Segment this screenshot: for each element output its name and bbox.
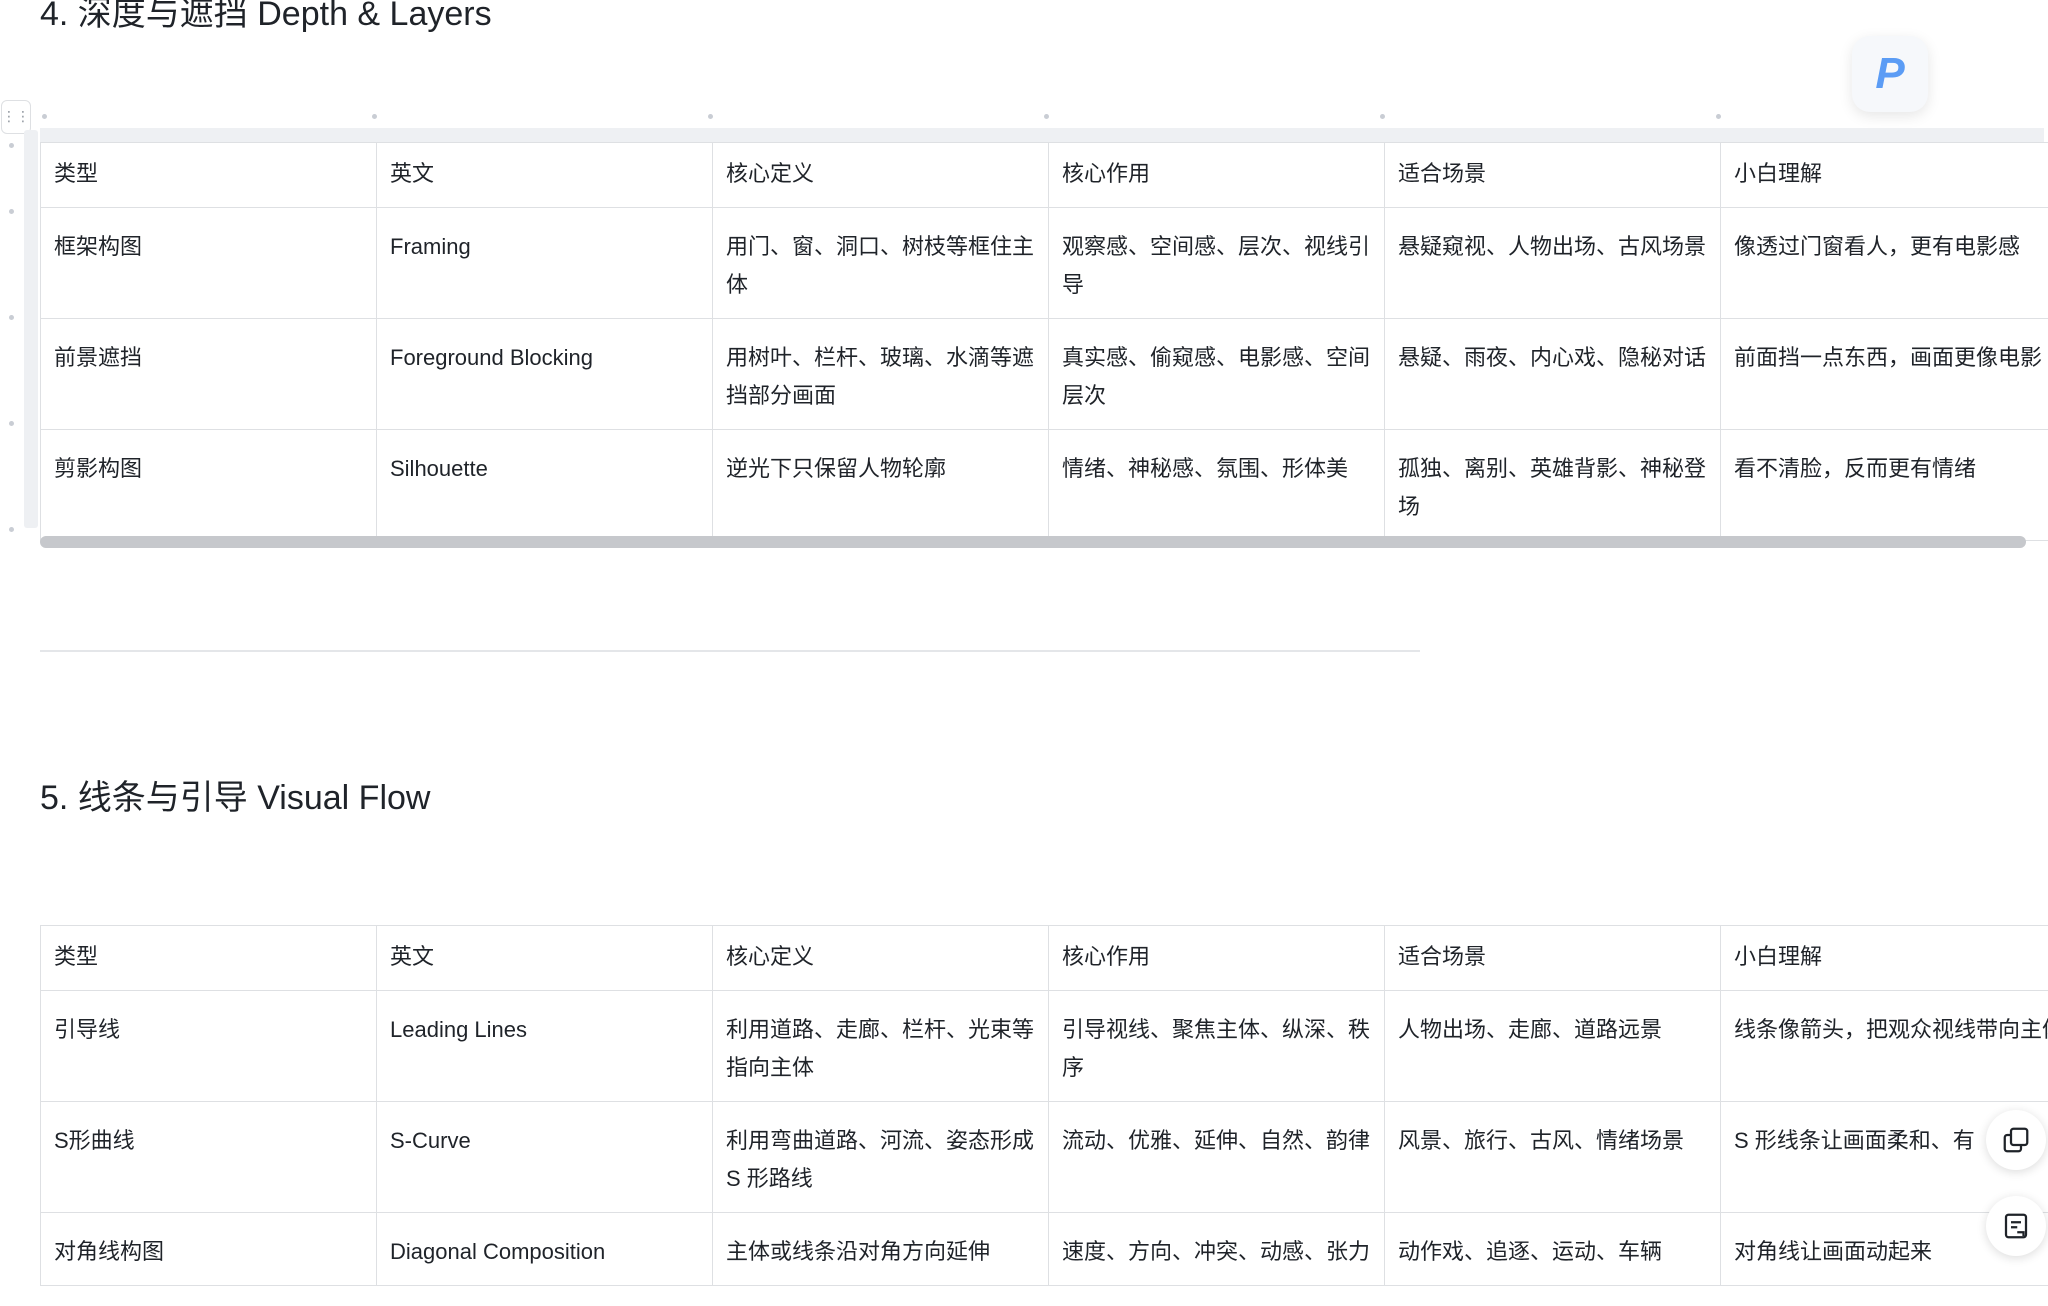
- column-insert-dot[interactable]: [1716, 114, 1721, 119]
- table-cell[interactable]: S-Curve: [376, 1101, 713, 1213]
- row-insert-dot[interactable]: [9, 527, 14, 532]
- column-insert-dot[interactable]: [372, 114, 377, 119]
- header-cell[interactable]: 类型: [40, 142, 377, 208]
- header-cell[interactable]: 核心作用: [1048, 925, 1385, 991]
- table-cell[interactable]: 悬疑、雨夜、内心戏、隐秘对话: [1384, 318, 1721, 430]
- header-cell[interactable]: 英文: [376, 925, 713, 991]
- table-cell[interactable]: 看不清脸，反而更有情绪: [1720, 429, 2048, 541]
- table-cell[interactable]: 观察感、空间感、层次、视线引导: [1048, 207, 1385, 319]
- table-column-rail[interactable]: [40, 128, 2044, 142]
- plugin-p-icon[interactable]: P: [1852, 36, 1928, 112]
- table-horizontal-scrollbar[interactable]: [40, 536, 2026, 548]
- table-cell[interactable]: 人物出场、走廊、道路远景: [1384, 990, 1721, 1102]
- row-insert-dot[interactable]: [9, 315, 14, 320]
- header-cell[interactable]: 小白理解: [1720, 142, 2048, 208]
- section-heading-depth-layers: 4. 深度与遮挡 Depth & Layers: [40, 0, 492, 33]
- table-cell[interactable]: 线条像箭头，把观众视线带向主体: [1720, 990, 2048, 1102]
- column-insert-dot[interactable]: [1044, 114, 1049, 119]
- header-cell[interactable]: 适合场景: [1384, 925, 1721, 991]
- column-insert-dot[interactable]: [42, 114, 47, 119]
- header-cell[interactable]: 核心定义: [712, 142, 1049, 208]
- table-header-row: 类型 英文 核心定义 核心作用 适合场景 小白理解: [40, 142, 2048, 208]
- depth-layers-table: 类型 英文 核心定义 核心作用 适合场景 小白理解 框架构图 Framing 用…: [40, 142, 2048, 541]
- visual-flow-table: 类型 英文 核心定义 核心作用 适合场景 小白理解 引导线 Leading Li…: [40, 925, 2048, 1286]
- table-drag-handle[interactable]: ⋮⋮: [1, 100, 31, 134]
- table-cell[interactable]: Foreground Blocking: [376, 318, 713, 430]
- header-cell[interactable]: 英文: [376, 142, 713, 208]
- table-cell[interactable]: Silhouette: [376, 429, 713, 541]
- table-cell[interactable]: 情绪、神秘感、氛围、形体美: [1048, 429, 1385, 541]
- table-cell[interactable]: 框架构图: [40, 207, 377, 319]
- comment-button[interactable]: [1986, 1196, 2046, 1256]
- table-row: S形曲线 S-Curve 利用弯曲道路、河流、姿态形成 S 形路线 流动、优雅、…: [40, 1101, 2048, 1213]
- table-row-rail[interactable]: [24, 130, 38, 528]
- table-cell[interactable]: Framing: [376, 207, 713, 319]
- table-cell[interactable]: 对角线构图: [40, 1212, 377, 1286]
- table-cell[interactable]: 悬疑窥视、人物出场、古风场景: [1384, 207, 1721, 319]
- table-cell[interactable]: Leading Lines: [376, 990, 713, 1102]
- table-cell[interactable]: 引导视线、聚焦主体、纵深、秩序: [1048, 990, 1385, 1102]
- table-cell[interactable]: S形曲线: [40, 1101, 377, 1213]
- section-heading-visual-flow: 5. 线条与引导 Visual Flow: [40, 779, 431, 817]
- column-insert-dot[interactable]: [708, 114, 713, 119]
- table-cell[interactable]: 风景、旅行、古风、情绪场景: [1384, 1101, 1721, 1213]
- plugin-badge-label: P: [1875, 49, 1905, 98]
- header-cell[interactable]: 适合场景: [1384, 142, 1721, 208]
- section-divider: [40, 650, 1420, 652]
- table-cell[interactable]: 引导线: [40, 990, 377, 1102]
- table-cell[interactable]: 利用道路、走廊、栏杆、光束等指向主体: [712, 990, 1049, 1102]
- table-cell[interactable]: 动作戏、追逐、运动、车辆: [1384, 1212, 1721, 1286]
- table-cell[interactable]: 前面挡一点东西，画面更像电影: [1720, 318, 2048, 430]
- table-cell[interactable]: 像透过门窗看人，更有电影感: [1720, 207, 2048, 319]
- copy-button[interactable]: [1986, 1110, 2046, 1170]
- row-insert-dot[interactable]: [9, 143, 14, 148]
- table-cell[interactable]: 逆光下只保留人物轮廓: [712, 429, 1049, 541]
- column-insert-dot[interactable]: [1380, 114, 1385, 119]
- table-row: 框架构图 Framing 用门、窗、洞口、树枝等框住主体 观察感、空间感、层次、…: [40, 207, 2048, 319]
- copy-icon: [2003, 1127, 2029, 1153]
- table-cell[interactable]: 流动、优雅、延伸、自然、韵律: [1048, 1101, 1385, 1213]
- table-cell[interactable]: 利用弯曲道路、河流、姿态形成 S 形路线: [712, 1101, 1049, 1213]
- comment-icon: [2004, 1213, 2028, 1239]
- table-row: 前景遮挡 Foreground Blocking 用树叶、栏杆、玻璃、水滴等遮挡…: [40, 318, 2048, 430]
- table-row: 引导线 Leading Lines 利用道路、走廊、栏杆、光束等指向主体 引导视…: [40, 990, 2048, 1102]
- table-cell[interactable]: 主体或线条沿对角方向延伸: [712, 1212, 1049, 1286]
- table-cell[interactable]: 用树叶、栏杆、玻璃、水滴等遮挡部分画面: [712, 318, 1049, 430]
- table-cell[interactable]: Diagonal Composition: [376, 1212, 713, 1286]
- table-cell[interactable]: 真实感、偷窥感、电影感、空间层次: [1048, 318, 1385, 430]
- table-row: 对角线构图 Diagonal Composition 主体或线条沿对角方向延伸 …: [40, 1212, 2048, 1286]
- table-cell[interactable]: 前景遮挡: [40, 318, 377, 430]
- table-header-row: 类型 英文 核心定义 核心作用 适合场景 小白理解: [40, 925, 2048, 991]
- table-cell[interactable]: 剪影构图: [40, 429, 377, 541]
- header-cell[interactable]: 类型: [40, 925, 377, 991]
- depth-layers-table-container: 类型 英文 核心定义 核心作用 适合场景 小白理解 框架构图 Framing 用…: [40, 142, 2048, 541]
- row-insert-dot[interactable]: [9, 209, 14, 214]
- visual-flow-table-container: 类型 英文 核心定义 核心作用 适合场景 小白理解 引导线 Leading Li…: [40, 925, 2048, 1286]
- header-cell[interactable]: 小白理解: [1720, 925, 2048, 991]
- header-cell[interactable]: 核心作用: [1048, 142, 1385, 208]
- table-cell[interactable]: 孤独、离别、英雄背影、神秘登场: [1384, 429, 1721, 541]
- row-insert-dot[interactable]: [9, 421, 14, 426]
- table-row: 剪影构图 Silhouette 逆光下只保留人物轮廓 情绪、神秘感、氛围、形体美…: [40, 429, 2048, 541]
- header-cell[interactable]: 核心定义: [712, 925, 1049, 991]
- table-cell[interactable]: 用门、窗、洞口、树枝等框住主体: [712, 207, 1049, 319]
- table-cell[interactable]: 速度、方向、冲突、动感、张力: [1048, 1212, 1385, 1286]
